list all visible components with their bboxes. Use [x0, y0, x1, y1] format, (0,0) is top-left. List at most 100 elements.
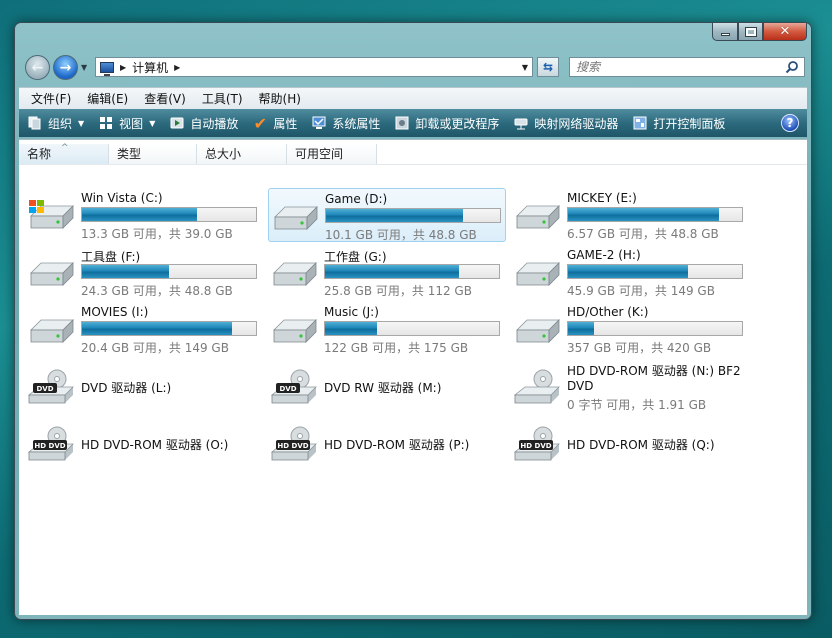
autoplay-label: 自动播放	[190, 116, 239, 131]
drive-tile[interactable]: Win Vista (C:) 13.3 GB 可用，共 39.0 GB	[25, 188, 263, 242]
column-header-name[interactable]: ^ 名称	[19, 143, 109, 164]
hd-dvd-drive-icon: HD DVD	[270, 426, 320, 462]
drive-tile[interactable]: HD DVD HD DVD-ROM 驱动器 (P:)	[268, 416, 506, 470]
drive-name: DVD 驱动器 (L:)	[81, 381, 172, 395]
control-panel-icon	[632, 115, 648, 131]
drive-space-info: 20.4 GB 可用，共 149 GB	[81, 341, 229, 355]
capacity-bar	[81, 264, 257, 279]
address-dropdown-icon[interactable]: ▼	[522, 63, 528, 72]
open-control-panel-button[interactable]: 打开控制面板	[632, 115, 725, 132]
explorer-window: ✕ ← → ▼ ▶ 计算机 ▶ ▼ ⇆ 文件(F) 编辑(E) 查看(V) 工具…	[14, 22, 812, 620]
capacity-bar-fill	[568, 322, 595, 335]
forward-arrow-icon: →	[59, 59, 72, 76]
drive-name: Music (J:)	[324, 305, 379, 319]
back-button[interactable]: ←	[25, 55, 50, 80]
drive-space-info: 6.57 GB 可用，共 48.8 GB	[567, 227, 719, 241]
svg-text:DVD: DVD	[279, 385, 296, 393]
drive-tile[interactable]: HD/Other (K:) 357 GB 可用，共 420 GB	[511, 302, 749, 356]
hard-drive-icon	[27, 312, 77, 348]
drive-tile[interactable]: DVD DVD 驱动器 (L:)	[25, 359, 263, 413]
menu-view[interactable]: 查看(V)	[144, 90, 186, 107]
capacity-bar	[325, 208, 501, 223]
column-header-free-space[interactable]: 可用空间	[287, 144, 377, 164]
maximize-icon	[744, 26, 757, 37]
recent-pages-dropdown[interactable]: ▼	[81, 63, 87, 72]
breadcrumb-computer[interactable]: 计算机	[132, 59, 168, 76]
address-bar[interactable]: ▶ 计算机 ▶ ▼	[95, 57, 533, 77]
drive-name-line2: DVD	[567, 379, 594, 393]
menu-help[interactable]: 帮助(H)	[259, 90, 301, 107]
drive-tile[interactable]: MICKEY (E:) 6.57 GB 可用，共 48.8 GB	[511, 188, 749, 242]
capacity-bar	[324, 264, 500, 279]
svg-text:HD DVD: HD DVD	[520, 442, 551, 450]
minimize-button[interactable]	[712, 23, 738, 41]
menu-tools[interactable]: 工具(T)	[202, 90, 243, 107]
forward-button[interactable]: →	[53, 55, 78, 80]
search-box[interactable]	[569, 57, 805, 77]
drive-name: Game (D:)	[325, 192, 388, 206]
map-network-drive-button[interactable]: 映射网络驱动器	[513, 115, 618, 132]
drive-tile[interactable]: HD DVD HD DVD-ROM 驱动器 (O:)	[25, 416, 263, 470]
menu-file[interactable]: 文件(F)	[31, 90, 71, 107]
drive-space-info: 13.3 GB 可用，共 39.0 GB	[81, 227, 233, 241]
drive-name: HD/Other (K:)	[567, 305, 649, 319]
drive-tile[interactable]: GAME-2 (H:) 45.9 GB 可用，共 149 GB	[511, 245, 749, 299]
views-button[interactable]: 视图 ▼	[98, 115, 155, 132]
drive-tile[interactable]: 工作盘 (G:) 25.8 GB 可用，共 112 GB	[268, 245, 506, 299]
hard-drive-icon	[271, 199, 321, 235]
drive-tile[interactable]: MOVIES (I:) 20.4 GB 可用，共 149 GB	[25, 302, 263, 356]
close-button[interactable]: ✕	[763, 23, 807, 41]
drive-name: MICKEY (E:)	[567, 191, 637, 205]
capacity-bar-fill	[568, 265, 689, 278]
drive-tile[interactable]: Game (D:) 10.1 GB 可用，共 48.8 GB	[268, 188, 506, 242]
drive-tile[interactable]: 工具盘 (F:) 24.3 GB 可用，共 48.8 GB	[25, 245, 263, 299]
maximize-button[interactable]	[738, 23, 763, 41]
map-network-drive-label: 映射网络驱动器	[534, 116, 619, 131]
hard-drive-icon	[513, 312, 563, 348]
drive-space-info: 25.8 GB 可用，共 112 GB	[324, 284, 472, 298]
dvd-rw-drive-icon: DVD	[270, 369, 320, 405]
search-input[interactable]	[576, 60, 776, 74]
capacity-bar	[324, 321, 500, 336]
drive-tile[interactable]: HD DVD-ROM 驱动器 (N:) BF2 DVD 0 字节 可用，共 1.91…	[511, 359, 749, 413]
hd-dvd-drive-icon: HD DVD	[27, 426, 77, 462]
dvd-drive-icon: DVD	[27, 369, 77, 405]
breadcrumb-chevron-icon[interactable]: ▶	[120, 63, 126, 72]
column-header-total-size[interactable]: 总大小	[197, 144, 287, 164]
minimize-icon	[720, 33, 730, 36]
hd-dvd-drive-icon	[513, 369, 563, 405]
organize-button[interactable]: 组织 ▼	[27, 115, 84, 132]
file-list-pane[interactable]: ^ 名称 类型 总大小 可用空间 Win Vista (C:) 13.3 GB 可…	[19, 139, 807, 615]
drive-tile[interactable]: HD DVD HD DVD-ROM 驱动器 (Q:)	[511, 416, 749, 470]
capacity-bar	[81, 321, 257, 336]
system-properties-button[interactable]: 系统属性	[311, 115, 380, 132]
breadcrumb-chevron-icon[interactable]: ▶	[174, 63, 180, 72]
hard-drive-icon	[270, 312, 320, 348]
capacity-bar-fill	[326, 209, 464, 222]
computer-icon	[100, 61, 114, 76]
uninstall-program-button[interactable]: 卸载或更改程序	[394, 115, 499, 132]
sort-ascending-icon: ^	[61, 143, 69, 153]
properties-label: 属性	[273, 116, 298, 131]
capacity-bar-fill	[82, 208, 197, 221]
address-row: ← → ▼ ▶ 计算机 ▶ ▼ ⇆	[23, 53, 805, 83]
properties-button[interactable]: ✔ 属性	[252, 114, 298, 133]
autoplay-button[interactable]: 自动播放	[169, 115, 238, 132]
help-button[interactable]: ?	[781, 114, 799, 132]
refresh-button[interactable]: ⇆	[537, 57, 559, 77]
search-icon[interactable]	[785, 60, 799, 74]
organize-dropdown-icon: ▼	[78, 118, 85, 128]
menu-edit[interactable]: 编辑(E)	[87, 90, 128, 107]
capacity-bar	[567, 264, 743, 279]
column-header-type[interactable]: 类型	[109, 144, 197, 164]
column-header-total-size-label: 总大小	[205, 147, 242, 161]
column-header-name-label: 名称	[27, 147, 52, 161]
drive-tile[interactable]: Music (J:) 122 GB 可用，共 175 GB	[268, 302, 506, 356]
column-header-free-space-label: 可用空间	[295, 147, 344, 161]
back-arrow-icon: ←	[31, 59, 44, 76]
drive-tile[interactable]: DVD DVD RW 驱动器 (M:)	[268, 359, 506, 413]
hard-drive-icon	[27, 255, 77, 291]
views-icon	[98, 115, 114, 131]
column-header-divider	[19, 164, 807, 165]
svg-text:HD DVD: HD DVD	[277, 442, 308, 450]
